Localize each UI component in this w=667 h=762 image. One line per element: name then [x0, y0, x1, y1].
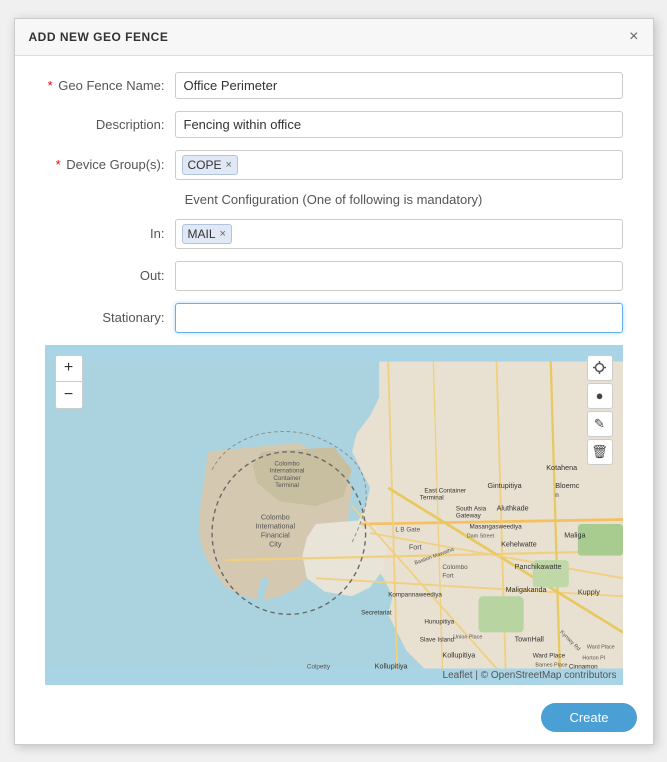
svg-text:Container: Container: [273, 474, 300, 481]
svg-text:Barnes Place: Barnes Place: [535, 662, 567, 668]
svg-text:Slave Island: Slave Island: [419, 636, 454, 643]
svg-text:Kotahena: Kotahena: [546, 462, 578, 471]
device-groups-label: * Device Group(s):: [45, 157, 175, 172]
geo-fence-name-label: * Geo Fence Name:: [45, 78, 175, 93]
in-input[interactable]: MAIL ×: [175, 219, 623, 249]
svg-text:Union Place: Union Place: [453, 634, 482, 640]
svg-text:Maligakanda: Maligakanda: [505, 584, 547, 593]
svg-text:Colombo: Colombo: [260, 512, 289, 521]
stationary-row: Stationary:: [45, 303, 623, 333]
svg-text:South Asia: South Asia: [455, 505, 486, 512]
svg-text:Terminal: Terminal: [419, 494, 443, 501]
svg-text:Ward Place: Ward Place: [532, 652, 565, 659]
svg-text:Kollupitiya: Kollupitiya: [374, 661, 408, 670]
svg-text:Fort: Fort: [408, 542, 421, 551]
stationary-tag-input[interactable]: [182, 310, 616, 325]
svg-text:Panchikawatte: Panchikawatte: [514, 562, 561, 571]
svg-text:Dam Street: Dam Street: [466, 533, 494, 539]
geo-fence-name-input[interactable]: [175, 72, 623, 99]
svg-text:Kollupitiya: Kollupitiya: [442, 650, 476, 659]
svg-text:Kuppiy: Kuppiy: [577, 587, 599, 596]
svg-text:Maliga: Maliga: [564, 530, 586, 539]
map-svg: Colombo International Financial City Col…: [45, 345, 623, 685]
geo-fence-name-row: * Geo Fence Name:: [45, 72, 623, 99]
description-label: Description:: [45, 117, 175, 132]
device-group-tag: COPE ×: [182, 155, 238, 175]
svg-text:n: n: [555, 491, 559, 498]
description-row: Description:: [45, 111, 623, 138]
svg-text:International: International: [255, 521, 295, 530]
zoom-out-button[interactable]: −: [56, 382, 82, 408]
required-star-2: *: [56, 157, 61, 172]
map-container[interactable]: Colombo International Financial City Col…: [45, 345, 623, 685]
map-zoom-controls: + −: [55, 355, 83, 409]
svg-text:International: International: [269, 467, 304, 474]
svg-text:Gintupitiya: Gintupitiya: [487, 480, 522, 489]
create-button[interactable]: Create: [541, 703, 636, 732]
svg-text:East Container: East Container: [424, 487, 466, 494]
dialog-footer: Create: [15, 695, 653, 744]
map-right-controls: ● ✎ 🗑: [587, 355, 613, 465]
svg-text:Fort: Fort: [442, 572, 453, 579]
out-tag-input[interactable]: [182, 268, 616, 283]
map-delete-button[interactable]: 🗑: [587, 439, 613, 465]
svg-text:Colombo: Colombo: [274, 460, 300, 467]
svg-text:Secretariat: Secretariat: [361, 609, 392, 616]
dialog-body: * Geo Fence Name: Description: * Device …: [15, 56, 653, 695]
zoom-in-button[interactable]: +: [56, 356, 82, 382]
map-attribution: Leaflet | © OpenStreetMap contributors: [443, 670, 617, 681]
svg-text:TownHall: TownHall: [514, 634, 544, 643]
dialog-header: ADD NEW GEO FENCE ×: [15, 19, 653, 56]
svg-text:Horton Pl: Horton Pl: [582, 655, 605, 661]
map-locate-button[interactable]: [587, 355, 613, 381]
svg-text:Kehelwatte: Kehelwatte: [501, 539, 537, 548]
svg-text:Colpetty: Colpetty: [306, 663, 330, 670]
device-groups-row: * Device Group(s): COPE ×: [45, 150, 623, 180]
out-input[interactable]: [175, 261, 623, 291]
svg-text:Terminal: Terminal: [275, 482, 299, 489]
in-tag-remove[interactable]: ×: [220, 228, 226, 240]
map-circle-button[interactable]: ●: [587, 383, 613, 409]
stationary-label: Stationary:: [45, 310, 175, 325]
svg-text:Masangasweediya: Masangasweediya: [469, 523, 522, 530]
in-row: In: MAIL ×: [45, 219, 623, 249]
out-label: Out:: [45, 268, 175, 283]
event-config-title: Event Configuration (One of following is…: [45, 192, 623, 207]
svg-text:Financial: Financial: [260, 530, 289, 539]
add-geo-fence-dialog: ADD NEW GEO FENCE × * Geo Fence Name: De…: [14, 18, 654, 745]
out-row: Out:: [45, 261, 623, 291]
svg-text:Hunupitiya: Hunupitiya: [424, 618, 454, 625]
in-tag: MAIL ×: [182, 224, 232, 244]
in-tag-input[interactable]: [236, 226, 616, 241]
svg-text:Gateway: Gateway: [455, 512, 481, 519]
svg-text:Aluthkade: Aluthkade: [496, 503, 528, 512]
dialog-title: ADD NEW GEO FENCE: [29, 30, 169, 44]
required-star: *: [48, 78, 53, 93]
device-group-tag-remove[interactable]: ×: [226, 159, 232, 171]
close-button[interactable]: ×: [629, 29, 638, 45]
device-groups-input[interactable]: COPE ×: [175, 150, 623, 180]
description-input[interactable]: [175, 111, 623, 138]
svg-text:Ward Place: Ward Place: [586, 644, 614, 650]
svg-text:Kompannaweediya: Kompannaweediya: [388, 591, 442, 598]
svg-text:Bloemc: Bloemc: [555, 480, 579, 489]
svg-text:L B Gate: L B Gate: [395, 526, 420, 533]
svg-text:City: City: [269, 539, 282, 548]
svg-text:Colombo: Colombo: [442, 564, 468, 571]
in-label: In:: [45, 226, 175, 241]
locate-icon: [593, 361, 606, 374]
device-groups-tag-input[interactable]: [242, 157, 616, 172]
stationary-input[interactable]: [175, 303, 623, 333]
map-edit-button[interactable]: ✎: [587, 411, 613, 437]
